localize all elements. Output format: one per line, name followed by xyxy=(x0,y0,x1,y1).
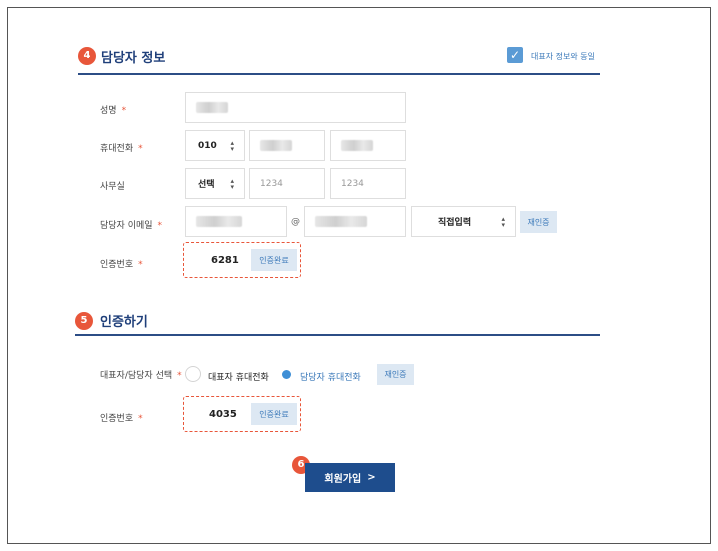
radio-contact-phone-label[interactable]: 담당자 휴대전화 xyxy=(300,370,361,383)
select-arrows-icon: ▴ ▾ xyxy=(230,176,234,191)
email-id-input[interactable] xyxy=(185,206,287,237)
office-prefix-select[interactable]: 선택 ▴ ▾ xyxy=(185,168,245,199)
email-reauth-button[interactable]: 재인증 xyxy=(520,211,557,233)
step-badge-4: 4 xyxy=(78,47,96,65)
verification-code-label: 인증번호 * xyxy=(100,414,143,424)
email-at-sign: @ xyxy=(291,217,300,227)
check-icon: ✓ xyxy=(509,48,521,62)
signup-button-label: 회원가입 xyxy=(324,474,362,485)
verification-complete-button[interactable]: 인증완료 xyxy=(251,403,297,425)
mobile-label: 휴대전화 * xyxy=(100,144,143,154)
name-input[interactable] xyxy=(185,92,406,123)
section-title-contact-info: 담당자 정보 xyxy=(101,51,166,66)
office-middle-input[interactable]: 1234 xyxy=(249,168,325,199)
section-divider-4 xyxy=(78,73,600,75)
name-label: 성명 * xyxy=(100,106,127,116)
same-as-representative-label[interactable]: 대표자 정보와 동일 xyxy=(531,51,595,62)
select-arrows-icon: ▴ ▾ xyxy=(501,214,505,229)
section-title-verification: 인증하기 xyxy=(100,315,148,330)
verification-reauth-button[interactable]: 재인증 xyxy=(377,364,414,385)
radio-representative-phone[interactable] xyxy=(185,366,201,382)
step-badge-5: 5 xyxy=(75,312,93,330)
verification-code-value: 4035 xyxy=(209,409,237,420)
email-domain-select[interactable]: 직접입력 ▴ ▾ xyxy=(411,206,516,237)
radio-representative-phone-label[interactable]: 대표자 휴대전화 xyxy=(208,370,269,383)
office-label: 사무실 xyxy=(100,182,125,192)
mobile-prefix-select[interactable]: 010 ▴ ▾ xyxy=(185,130,245,161)
radio-contact-phone[interactable] xyxy=(282,370,291,379)
chevron-right-icon: > xyxy=(367,472,376,483)
auth-complete-button[interactable]: 인증완료 xyxy=(251,249,297,271)
section-divider-5 xyxy=(75,334,600,336)
signup-button[interactable]: 회원가입 > xyxy=(305,463,395,492)
same-as-representative-checkbox[interactable]: ✓ xyxy=(507,47,523,63)
mobile-middle-input[interactable] xyxy=(249,130,325,161)
choose-phone-label: 대표자/담당자 선택 * xyxy=(100,371,182,381)
office-last-input[interactable]: 1234 xyxy=(330,168,406,199)
email-label: 담당자 이메일 * xyxy=(100,221,163,231)
auth-code-label: 인증번호 * xyxy=(100,260,143,270)
auth-code-value: 6281 xyxy=(211,255,239,266)
email-domain-input[interactable] xyxy=(304,206,406,237)
mobile-last-input[interactable] xyxy=(330,130,406,161)
select-arrows-icon: ▴ ▾ xyxy=(230,138,234,153)
